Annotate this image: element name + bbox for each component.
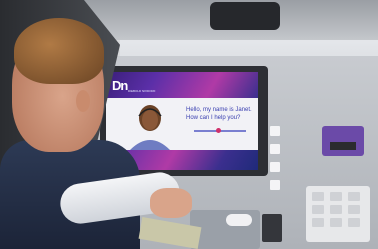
key[interactable] — [312, 205, 324, 214]
receipt-slot[interactable] — [226, 214, 252, 226]
person-hair — [14, 18, 104, 84]
card-reader[interactable] — [322, 126, 364, 156]
key[interactable] — [312, 218, 324, 227]
agent-photo — [120, 100, 180, 150]
contactless-reader[interactable] — [262, 214, 282, 242]
side-button-3[interactable] — [270, 162, 280, 172]
key[interactable] — [330, 205, 342, 214]
person-ear — [76, 90, 90, 112]
greeting-line-1: Hello, my name is Janet. — [186, 107, 252, 113]
side-button-2[interactable] — [270, 144, 280, 154]
key[interactable] — [312, 192, 324, 201]
rearview-mirror — [210, 2, 280, 30]
key[interactable] — [348, 192, 360, 201]
person-hand — [150, 188, 192, 218]
atm-brand-text: DIEBOLD NIXDORF — [128, 89, 156, 93]
key[interactable] — [330, 192, 342, 201]
greeting-line-2: How can I help you? — [186, 115, 241, 121]
card-slot[interactable] — [330, 142, 356, 150]
key[interactable] — [330, 218, 342, 227]
pin-keypad[interactable] — [306, 186, 370, 242]
side-button-1[interactable] — [270, 126, 280, 136]
key[interactable] — [348, 205, 360, 214]
side-button-4[interactable] — [270, 180, 280, 190]
key[interactable] — [348, 218, 360, 227]
agent-greeting: Hello, my name is Janet. How can I help … — [186, 106, 256, 122]
call-progress-dot — [216, 128, 221, 133]
